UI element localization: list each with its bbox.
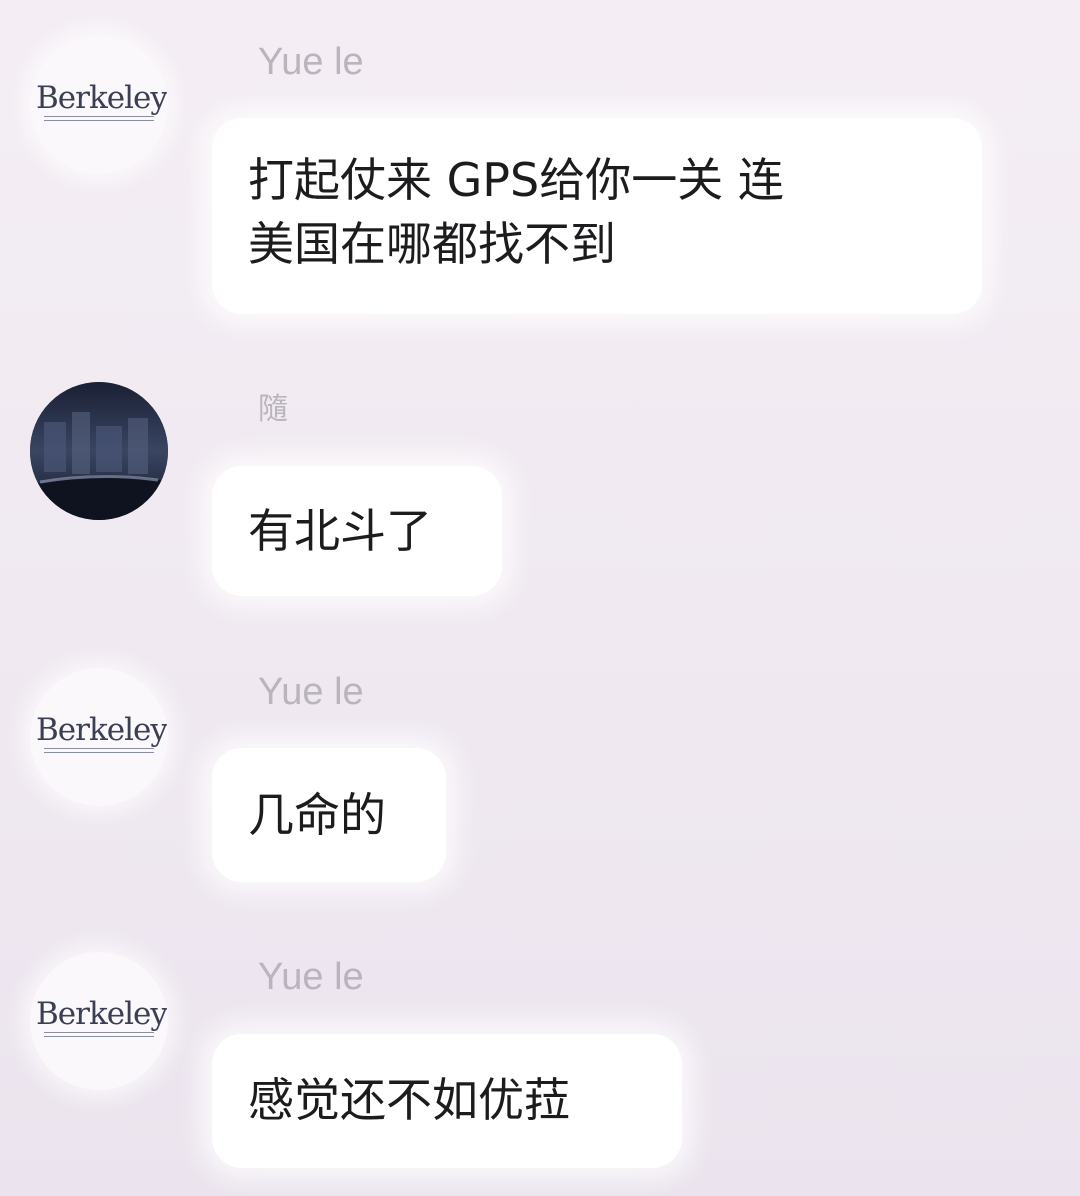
avatar[interactable]: Berkeley: [30, 668, 168, 806]
message-text: 几命的: [248, 788, 386, 842]
chat-message-list[interactable]: Berkeley Yue le 打起仗来 GPS给你一关 连 美国在哪都找不到: [0, 0, 1080, 1196]
message-text: 感觉还不如优菈: [248, 1073, 570, 1127]
sender-name: Yue le: [258, 956, 364, 998]
avatar-logo-text: Berkeley: [36, 996, 168, 1032]
avatar-logo-text: Berkeley: [36, 80, 168, 116]
message-bubble[interactable]: 打起仗来 GPS给你一关 连 美国在哪都找不到: [212, 118, 982, 314]
avatar[interactable]: [30, 382, 168, 520]
logo-rule-icon: [44, 116, 154, 121]
sender-name: Yue le: [258, 41, 364, 83]
avatar-logo-text: Berkeley: [36, 712, 168, 748]
message-text: 打起仗来 GPS给你一关 连 美国在哪都找不到: [248, 153, 784, 271]
message-text: 有北斗了: [248, 504, 432, 558]
berkeley-logo-icon: Berkeley: [36, 996, 168, 1037]
sender-name: Yue le: [258, 671, 364, 713]
berkeley-logo-icon: Berkeley: [36, 712, 168, 753]
message-bubble[interactable]: 几命的: [212, 748, 446, 882]
night-scene-icon: [30, 382, 168, 520]
logo-rule-icon: [44, 1032, 154, 1037]
message-bubble[interactable]: 有北斗了: [212, 466, 502, 596]
avatar[interactable]: Berkeley: [30, 36, 168, 174]
logo-rule-icon: [44, 748, 154, 753]
sender-name: 隨: [258, 392, 288, 427]
message-bubble[interactable]: 感觉还不如优菈: [212, 1034, 682, 1168]
avatar[interactable]: Berkeley: [30, 952, 168, 1090]
berkeley-logo-icon: Berkeley: [36, 80, 168, 121]
